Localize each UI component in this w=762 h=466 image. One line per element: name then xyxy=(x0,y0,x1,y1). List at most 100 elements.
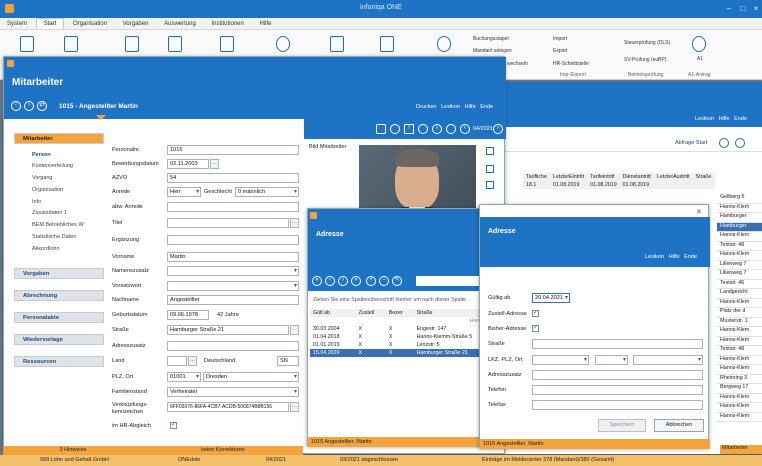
people-icon[interactable] xyxy=(64,36,78,52)
list-item[interactable]: Hanns-Klem xyxy=(717,327,762,337)
list-item[interactable]: Teststr. 48 xyxy=(717,346,762,356)
geschlecht-select[interactable]: 0 männlich xyxy=(235,187,299,197)
namenszusatz-select[interactable] xyxy=(167,266,299,276)
nav-item-organisation[interactable]: Organisation xyxy=(32,187,63,193)
action-icon-1[interactable] xyxy=(376,124,386,134)
nav-section-vorgaben[interactable]: Vorgaben xyxy=(14,268,104,279)
list-item[interactable]: Hanns-Klem xyxy=(717,394,762,403)
refresh-icon[interactable] xyxy=(719,138,729,148)
menu-system[interactable]: System xyxy=(0,19,34,29)
col-dienstantritt[interactable]: Dienstantritt xyxy=(620,173,654,181)
nav-item-info[interactable]: Info xyxy=(32,199,41,205)
bisher-adresse-checkbox[interactable]: ✓ xyxy=(532,325,539,332)
col-letzter-austritt[interactable]: LetzterAustritt xyxy=(654,173,693,181)
bg-ende-link[interactable]: Ende xyxy=(734,116,747,122)
menu-vorgaben[interactable]: Vorgaben xyxy=(116,19,156,29)
document-icon[interactable] xyxy=(125,36,139,52)
list-item[interactable]: Hanns-Klem xyxy=(717,356,762,365)
ad2-strasse-field[interactable] xyxy=(532,339,703,349)
globe-icon[interactable] xyxy=(692,36,706,52)
telefon-field[interactable] xyxy=(532,385,703,395)
menu-auswertung[interactable]: Auswertung xyxy=(157,19,203,29)
date-picker-button[interactable]: … xyxy=(210,159,219,169)
nav-item-vorgang[interactable]: Vorgang xyxy=(32,175,53,181)
telefax-field[interactable] xyxy=(532,400,703,410)
nav-item-zusatzdaten[interactable]: Zusatzdaten 1 xyxy=(32,210,67,216)
hr-abgleich-checkbox[interactable]: ✓ xyxy=(170,422,177,429)
nav-collapse-icon[interactable] xyxy=(96,115,106,120)
back-icon[interactable]: ‹ xyxy=(11,101,21,111)
nav-item-statistische-daten[interactable]: Statistische Daten xyxy=(32,234,76,240)
prev-icon[interactable]: ‹ xyxy=(325,276,335,286)
list-item[interactable]: Landgericht xyxy=(717,289,762,299)
list-item[interactable]: Lilienweg 7 xyxy=(717,261,762,270)
photo-delete-icon[interactable] xyxy=(486,181,494,189)
strasse-lookup-button[interactable]: … xyxy=(290,325,299,335)
settings-icon[interactable] xyxy=(735,138,745,148)
zustell-adresse-checkbox[interactable]: ✓ xyxy=(532,310,539,317)
arrow-circle-icon[interactable] xyxy=(437,36,451,52)
nav-section-abrechnung[interactable]: Abrechnung xyxy=(14,290,104,301)
titel-lookup-button[interactable]: … xyxy=(290,218,299,228)
ribbon-export[interactable]: Export xyxy=(553,48,567,54)
list-item[interactable]: Platz der d xyxy=(717,308,762,318)
list-item[interactable]: Gellberg 5 xyxy=(717,194,762,204)
table-row[interactable]: 01.01.2019 X X Lenzstr. 5 xyxy=(310,341,500,349)
abfrage-start-link[interactable]: Abfrage Start xyxy=(675,140,707,146)
forward-icon[interactable]: › xyxy=(24,101,34,111)
list-item[interactable]: Hanns-Klem xyxy=(717,251,762,261)
familienstand-select[interactable]: Verheiratet xyxy=(167,387,299,397)
minimize-button[interactable]: – xyxy=(723,3,735,14)
list-item[interactable]: Rheinring 3 xyxy=(717,375,762,384)
hilfe-link[interactable]: Hilfe xyxy=(465,104,476,110)
nav-section-wiedervorlage[interactable]: Wiedervorlage xyxy=(14,334,104,345)
ribbon-wechseln[interactable]: wechseln xyxy=(507,61,528,67)
document-list-icon[interactable] xyxy=(220,36,234,52)
gueltig-ab-field[interactable]: 20.04.2021 xyxy=(532,293,570,303)
bewerbungsdatum-field[interactable]: 02.11.2003 xyxy=(167,159,209,169)
info-icon[interactable]: i xyxy=(432,124,442,134)
upload-icon[interactable] xyxy=(20,36,34,52)
vorsatzwort-select[interactable] xyxy=(167,281,299,291)
menu-start[interactable]: Start xyxy=(35,18,65,29)
col-tarifeintritt[interactable]: Tarifeintritt xyxy=(587,173,620,181)
first-icon[interactable]: « xyxy=(312,276,322,286)
nav-section-ressourcen[interactable]: Ressourcen xyxy=(14,356,104,367)
ort-select[interactable]: Dresden xyxy=(203,372,299,382)
table-row[interactable]: 15.04.2020 X X Hamburger Straße 21 xyxy=(310,349,500,357)
list-item[interactable]: Teststr. 46 xyxy=(717,280,762,289)
land-field[interactable] xyxy=(167,356,187,366)
clock-icon[interactable] xyxy=(446,124,456,134)
list-item[interactable]: Hanns-Klem xyxy=(717,232,762,242)
korrekturen-badge[interactable]: keine Korrekturen xyxy=(143,446,303,455)
nav-item-bem[interactable]: BEM Betriebliches W xyxy=(32,222,84,228)
ergaenzung-field[interactable] xyxy=(167,235,299,245)
nav-item-person[interactable]: Person xyxy=(32,152,51,158)
edit-icon[interactable]: ✎ xyxy=(392,276,402,286)
prev-period-icon[interactable]: ‹ xyxy=(460,124,470,134)
menu-hilfe[interactable]: Hilfe xyxy=(253,19,279,29)
nav-section-personalakte[interactable]: Personalakte xyxy=(14,312,104,323)
nav-item-kostenverteilung[interactable]: Kostenverteilung xyxy=(32,163,73,169)
list-item[interactable]: Musterstr. 1 xyxy=(717,318,762,327)
ad2-lexikon-link[interactable]: Lexikon xyxy=(645,254,664,260)
plz-select[interactable]: 01001 xyxy=(167,372,201,382)
close-button[interactable]: × xyxy=(750,3,762,14)
next-icon[interactable]: › xyxy=(338,276,348,286)
verknuepfung-button[interactable]: … xyxy=(290,402,299,412)
calendar-icon[interactable] xyxy=(380,36,394,52)
abw-anrede-field[interactable] xyxy=(167,202,299,212)
list-item[interactable]: Hanns-Klem xyxy=(717,413,762,422)
list-item[interactable]: Hamburger xyxy=(717,222,762,232)
list-item[interactable]: Hanns-Klem xyxy=(717,204,762,213)
ribbon-sv-pruefung[interactable]: SV-Prüfung (euBP) xyxy=(624,57,667,63)
ad2-adresszusatz-field[interactable] xyxy=(532,370,703,380)
list-item[interactable]: Lilienweg 7 xyxy=(717,270,762,280)
remove-icon[interactable]: − xyxy=(379,276,389,286)
next-period-icon[interactable]: › xyxy=(493,124,503,134)
photo-upload-icon[interactable] xyxy=(486,165,494,173)
azvo-field[interactable]: 54 xyxy=(167,173,299,183)
nachname-field[interactable]: Angestellter xyxy=(167,295,299,305)
ribbon-steuerpruefung[interactable]: Steuerprüfung (DLS) xyxy=(624,40,670,46)
last-icon[interactable]: » xyxy=(351,276,361,286)
